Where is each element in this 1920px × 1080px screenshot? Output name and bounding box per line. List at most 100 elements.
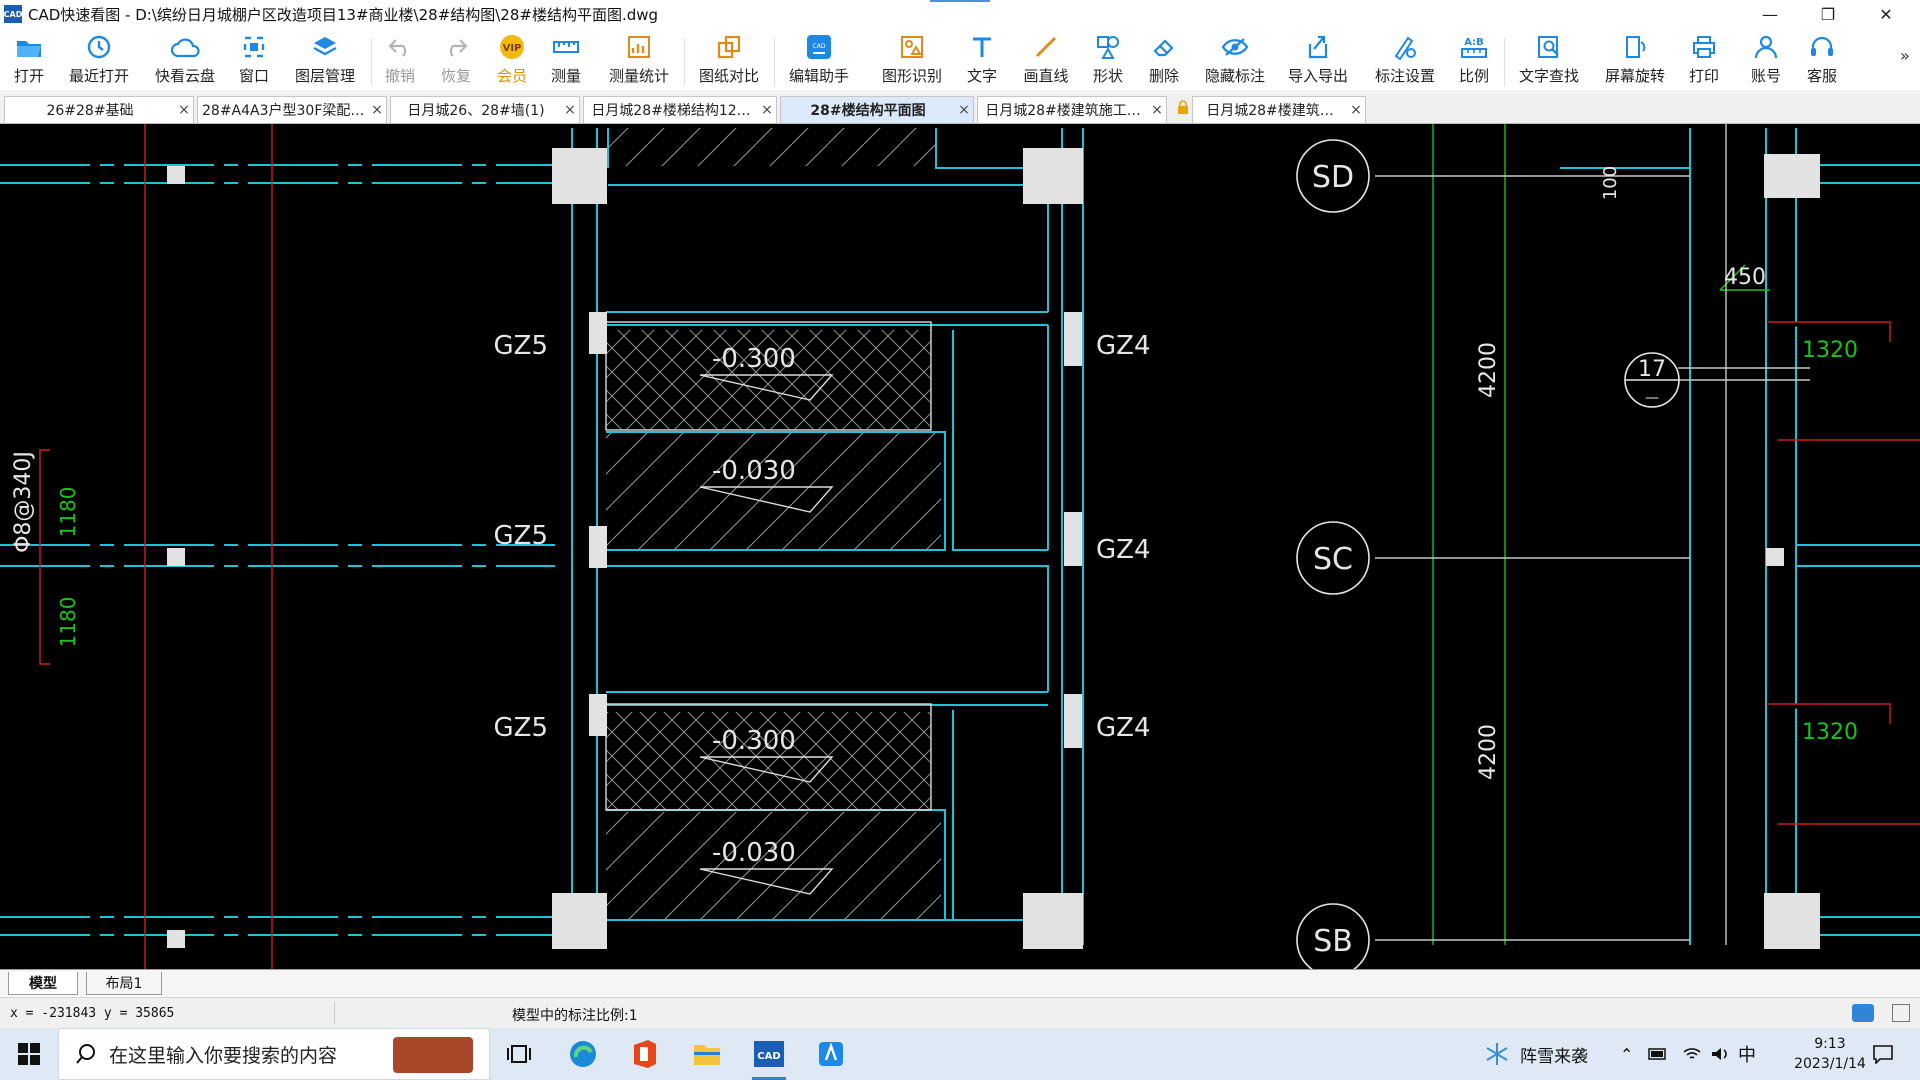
snowflake-icon: [1486, 1043, 1508, 1065]
measure-label: 测量: [550, 67, 581, 85]
text-button[interactable]: 文字: [962, 32, 1002, 90]
text-search-icon: [1534, 32, 1564, 62]
cloud-drive-button[interactable]: 快看云盘: [150, 32, 220, 90]
measure-stats-icon: [624, 32, 654, 62]
tab-close-icon[interactable]: ×: [1347, 102, 1365, 118]
svg-text:CAD: CAD: [757, 1051, 780, 1062]
edit-helper-label: 编辑助手: [788, 67, 849, 85]
edit-helper-button[interactable]: CAD 编辑助手: [784, 32, 854, 90]
windows-start-icon[interactable]: [6, 1034, 52, 1074]
axis-bubble-label: SB: [1313, 924, 1353, 959]
minimize-button[interactable]: —: [1742, 0, 1798, 28]
axis-lines: [1375, 124, 1810, 945]
measure-stats-button[interactable]: 测量统计: [604, 32, 674, 90]
volume-icon[interactable]: [1710, 1028, 1730, 1080]
green-dimension-label: 1180: [56, 597, 80, 648]
main-toolbar: 打开 最近打开 快看云盘 窗口 图层管理 撤销 恢复 VIP 会员 测量 测量统…: [0, 28, 1920, 92]
tab-foundation[interactable]: 26#28#基础 ×: [4, 96, 194, 123]
shape-recognize-icon: [897, 32, 927, 62]
tab-close-icon[interactable]: ×: [561, 102, 579, 118]
tab-structure-plan[interactable]: 28#楼结构平面图 ×: [780, 96, 974, 123]
cad-viewer-taskbar-icon[interactable]: CAD: [746, 1034, 792, 1080]
recent-clock-icon: [84, 32, 114, 62]
weather-widget[interactable]: 阵雪来袭: [1484, 1028, 1588, 1080]
tab-layout1[interactable]: 布局1: [86, 972, 162, 995]
support-label: 客服: [1806, 67, 1837, 85]
print-button[interactable]: 打印: [1684, 32, 1724, 90]
support-button[interactable]: 客服: [1802, 32, 1842, 90]
shape-recognize-button[interactable]: 图形识别: [877, 32, 947, 90]
layer-manager-button[interactable]: 图层管理: [290, 32, 360, 90]
rotate-screen-button[interactable]: 屏幕旋转: [1600, 32, 1670, 90]
undo-button[interactable]: 撤销: [380, 32, 420, 90]
restore-button[interactable]: ❐: [1800, 0, 1856, 28]
tab-close-icon[interactable]: ×: [368, 102, 386, 118]
text-search-button[interactable]: 文字查找: [1514, 32, 1584, 90]
axis-bubble-label: SC: [1313, 542, 1353, 577]
shapes-button[interactable]: 形状: [1088, 32, 1128, 90]
column-label: GZ4: [1096, 535, 1151, 565]
draw-line-label: 画直线: [1023, 67, 1069, 85]
tab-wall[interactable]: 日月城26、28#墙(1) ×: [390, 96, 580, 123]
ime-indicator[interactable]: 中: [1738, 1028, 1756, 1080]
tab-architecture[interactable]: 日月城28#楼建筑… ×: [1192, 96, 1366, 123]
drawing-canvas[interactable]: GZ5 GZ4 GZ5 GZ4 GZ5 GZ4 -0.300 -0.030 -0…: [0, 124, 1920, 969]
task-view-icon[interactable]: [496, 1034, 542, 1074]
tray-chevron-icon[interactable]: ⌃: [1620, 1028, 1633, 1080]
battery-icon[interactable]: [1648, 1028, 1668, 1080]
tab-close-icon[interactable]: ×: [175, 102, 193, 118]
annotation-settings-button[interactable]: 标注设置: [1370, 32, 1440, 90]
panel-toggle-icon[interactable]: [1892, 1004, 1910, 1022]
wifi-icon[interactable]: [1682, 1028, 1702, 1080]
tab-beam-layout[interactable]: 28#A4A3户型30F梁配… ×: [197, 96, 387, 123]
file-explorer-icon[interactable]: [684, 1034, 730, 1074]
edge-browser-icon[interactable]: [560, 1034, 606, 1074]
open-label: 打开: [13, 67, 44, 85]
edit-helper-icon: CAD: [804, 32, 834, 62]
draw-line-button[interactable]: 画直线: [1018, 32, 1074, 90]
close-button[interactable]: ✕: [1858, 0, 1914, 28]
recent-open-button[interactable]: 最近打开: [64, 32, 134, 90]
layout-tabs: 模型 布局1: [0, 969, 1920, 996]
vip-badge-icon: VIP: [497, 32, 527, 62]
undo-label: 撤销: [384, 67, 415, 85]
notification-icon[interactable]: [1872, 1028, 1894, 1080]
office-icon[interactable]: [622, 1034, 668, 1074]
tab-stair-structure[interactable]: 日月城28#楼梯结构12… ×: [583, 96, 777, 123]
window-button[interactable]: 窗口: [234, 32, 274, 90]
delete-button[interactable]: 删除: [1144, 32, 1184, 90]
scale-button[interactable]: A:B 比例: [1454, 32, 1494, 90]
axis-bubble-label: SD: [1312, 160, 1354, 195]
account-button[interactable]: 账号: [1746, 32, 1786, 90]
taskbar-search[interactable]: 在这里输入你要搜索的内容: [58, 1028, 490, 1080]
system-clock[interactable]: 9:13 2023/1/14: [1790, 1034, 1870, 1074]
rotate-screen-label: 屏幕旋转: [1604, 67, 1665, 85]
red-grid-lines: [144, 124, 1920, 969]
account-label: 账号: [1750, 67, 1781, 85]
scale-label: 比例: [1458, 67, 1489, 85]
toolbar-separator: [774, 38, 775, 86]
hide-annotation-button[interactable]: 隐藏标注: [1200, 32, 1270, 90]
snap-toggle-icon[interactable]: [1852, 1004, 1874, 1022]
window-label: 窗口: [238, 67, 269, 85]
redo-button[interactable]: 恢复: [436, 32, 476, 90]
window-icon: [239, 32, 269, 62]
tab-close-icon[interactable]: ×: [758, 102, 776, 118]
layers-icon: [310, 32, 340, 62]
tab-close-icon[interactable]: ×: [955, 102, 973, 118]
tab-architecture-construction[interactable]: 日月城28#楼建筑施工… ×: [977, 96, 1167, 123]
toolbar-overflow-button[interactable]: »: [1900, 46, 1910, 65]
vip-button[interactable]: VIP 会员: [492, 32, 532, 90]
search-icon: [76, 1044, 95, 1064]
app-pinned-icon[interactable]: [808, 1034, 854, 1074]
tab-close-icon[interactable]: ×: [1148, 102, 1166, 118]
open-button[interactable]: 打开: [8, 32, 50, 90]
import-export-icon: [1303, 32, 1333, 62]
import-export-button[interactable]: 导入导出: [1283, 32, 1353, 90]
tab-model[interactable]: 模型: [8, 972, 78, 995]
tab-label: 日月城28#楼建筑…: [1206, 103, 1334, 119]
cloud-drive-label: 快看云盘: [154, 67, 215, 85]
drawing-compare-button[interactable]: 图纸对比: [694, 32, 764, 90]
measure-button[interactable]: 测量: [546, 32, 586, 90]
app-logo-icon: CAD: [4, 5, 22, 23]
